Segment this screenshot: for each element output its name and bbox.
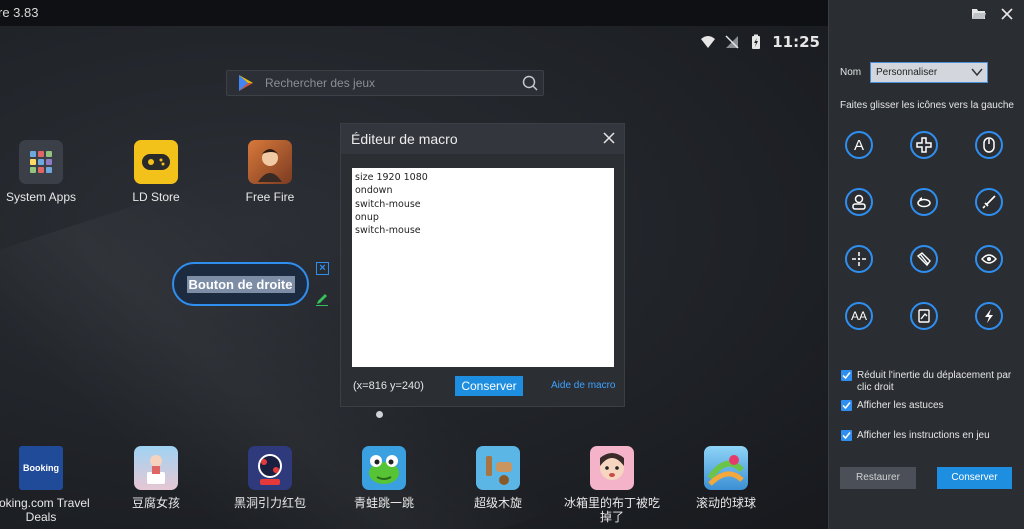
drag-instructions: Faites glisser les icônes vers la gauche: [840, 100, 1014, 111]
macro-help-link[interactable]: Aide de macro: [551, 380, 615, 391]
pudding-eaten-icon: [590, 446, 634, 490]
eye-icon[interactable]: [975, 245, 1003, 273]
booking-icon: Booking: [19, 446, 63, 490]
option-show-tips[interactable]: Afficher les astuces: [841, 400, 1019, 412]
app-label: 滚动的球球: [695, 496, 756, 510]
app-label: 青蛙跳一跳: [353, 496, 414, 510]
rolling-ball-icon: [704, 446, 748, 490]
app-label: 冰箱里的布丁被吃 掉了: [563, 496, 660, 524]
option-show-ingame-instructions[interactable]: Afficher les instructions en jeu: [841, 430, 1019, 442]
app-label: 超级木旋: [473, 496, 522, 510]
battery-charging-icon: [752, 34, 761, 49]
preset-select[interactable]: Personnaliser: [870, 62, 988, 83]
preset-name-label: Nom: [840, 67, 862, 78]
app-label: 黑洞引力红包: [233, 496, 306, 510]
status-time: 11:25: [772, 33, 820, 51]
emulator-window: re 3.83 11:25 Rechercher des jeux System…: [0, 0, 1024, 529]
key-mapping-label: Bouton de droite: [186, 275, 295, 293]
android-screen: 11:25 Rechercher des jeux System Apps LD…: [0, 26, 828, 529]
page-indicator-dot: [376, 411, 383, 418]
play-store-icon: [227, 71, 265, 95]
no-signal-icon: [725, 35, 739, 49]
dialog-title: Éditeur de macro: [351, 131, 458, 147]
ld-store-icon: [134, 140, 178, 184]
app-label: Free Fire: [245, 190, 295, 204]
macro-editor-dialog: Éditeur de macro size 1920 1080 ondown s…: [340, 123, 625, 407]
dialog-title-bar: Éditeur de macro: [341, 124, 624, 154]
app-label: ooking.com Travel Deals: [0, 496, 90, 524]
close-icon[interactable]: [602, 131, 616, 145]
crosshair-icon[interactable]: [845, 245, 873, 273]
black-hole-icon: [248, 446, 292, 490]
joystick-icon[interactable]: [845, 188, 873, 216]
wifi-icon: [701, 36, 716, 48]
folder-open-icon[interactable]: [971, 6, 987, 22]
lightning-icon[interactable]: [975, 302, 1003, 330]
window-title: re 3.83: [0, 5, 39, 20]
app-ld-store[interactable]: LD Store: [101, 140, 211, 204]
cursor-coordinates: (x=816 y=240): [353, 380, 424, 392]
close-panel-icon[interactable]: [999, 6, 1015, 22]
booking-badge-text: Booking: [23, 463, 59, 473]
dpad-icon[interactable]: [910, 131, 938, 159]
preset-value: Personnaliser: [876, 67, 938, 78]
macro-script-editor[interactable]: size 1920 1080 ondown switch-mouse onup …: [352, 168, 614, 367]
checkbox-checked-icon[interactable]: [841, 370, 852, 381]
macro-script-icon[interactable]: [910, 302, 938, 330]
free-fire-icon: [248, 140, 292, 184]
option-label: Afficher les instructions en jeu: [857, 430, 990, 441]
key-mapping-panel: Nom Personnaliser Faites glisser les icô…: [828, 0, 1024, 529]
title-bar: re 3.83: [0, 0, 828, 26]
save-button[interactable]: Conserver: [937, 467, 1012, 489]
option-label: Afficher les astuces: [857, 400, 944, 411]
game-search-bar[interactable]: Rechercher des jeux: [226, 70, 544, 96]
app-pudding-eaten[interactable]: 冰箱里的布丁被吃 掉了: [557, 446, 667, 524]
checkbox-checked-icon[interactable]: [841, 430, 852, 441]
search-placeholder: Rechercher des jeux: [265, 76, 376, 90]
app-frog-jump[interactable]: 青蛙跳一跳: [329, 446, 439, 510]
restore-button[interactable]: Restaurer: [840, 467, 916, 489]
app-tofu-girl[interactable]: 豆腐女孩: [101, 446, 211, 510]
rotate-view-icon[interactable]: [910, 188, 938, 216]
tofu-girl-icon: [134, 446, 178, 490]
system-apps-icon: [19, 140, 63, 184]
chevron-down-icon: [971, 68, 983, 77]
app-super-spinner[interactable]: 超级木旋: [443, 446, 553, 510]
app-label: 豆腐女孩: [131, 496, 180, 510]
sword-icon[interactable]: [975, 188, 1003, 216]
app-label: LD Store: [132, 190, 180, 204]
option-reduce-inertia[interactable]: Réduit l'inertie du déplacement par clic…: [841, 370, 1019, 394]
search-icon[interactable]: [517, 71, 543, 95]
app-free-fire[interactable]: Free Fire: [215, 140, 325, 204]
mouse-icon[interactable]: [975, 131, 1003, 159]
app-rolling-ball[interactable]: 滚动的球球: [671, 446, 781, 510]
double-key-icon[interactable]: AA: [845, 302, 873, 330]
app-label: System Apps: [5, 190, 77, 204]
right-button-key-mapping[interactable]: Bouton de droite: [172, 262, 309, 306]
app-system-apps[interactable]: System Apps: [0, 140, 96, 204]
option-label: Réduit l'inertie du déplacement par clic…: [857, 370, 1012, 393]
status-bar: 11:25: [700, 32, 820, 52]
save-macro-button[interactable]: Conserver: [455, 376, 523, 396]
key-letter-icon[interactable]: A: [845, 131, 873, 159]
frog-jump-icon: [362, 446, 406, 490]
checkbox-checked-icon[interactable]: [841, 400, 852, 411]
edit-pencil-icon[interactable]: [315, 292, 329, 306]
key-mapping-close-icon[interactable]: ×: [316, 262, 329, 275]
app-black-hole[interactable]: 黑洞引力红包: [215, 446, 325, 510]
app-booking[interactable]: Booking ooking.com Travel Deals: [0, 446, 96, 524]
no-fire-icon[interactable]: [910, 245, 938, 273]
super-spinner-icon: [476, 446, 520, 490]
